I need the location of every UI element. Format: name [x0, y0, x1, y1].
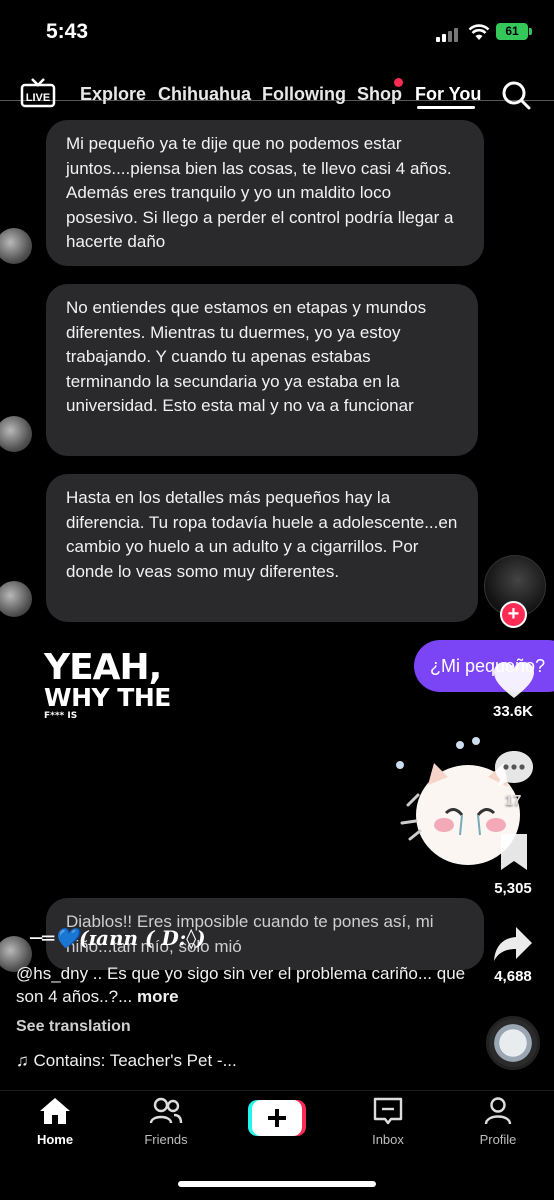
home-icon [40, 1098, 70, 1124]
overlay-text: YEAH, WHY THE F*** IS [44, 650, 171, 721]
search-icon[interactable] [501, 80, 531, 110]
tab-home-label: Home [36, 1132, 74, 1147]
status-time: 5:43 [46, 20, 89, 43]
cellular-signal-icon [436, 26, 462, 42]
tab-chihuahua[interactable]: Chihuahua [158, 84, 251, 105]
battery-indicator: 61 [496, 23, 528, 40]
chat-bubble: Hasta en los detalles más pequeños hay l… [46, 474, 478, 622]
music-info[interactable]: ♫ Contains: Teacher's Pet -... [16, 1051, 237, 1071]
heart-icon[interactable] [492, 660, 536, 700]
music-title: Contains: Teacher's Pet -... [33, 1051, 237, 1070]
shop-notification-dot [394, 78, 403, 87]
overlay-line-3: F*** IS [44, 711, 78, 721]
tab-following[interactable]: Following [262, 84, 346, 105]
music-disc[interactable] [486, 1016, 540, 1070]
tab-explore[interactable]: Explore [80, 84, 146, 105]
video-caption[interactable]: @hs_dny .. Es que yo sigo sin ver el pro… [16, 962, 476, 1008]
battery-tip [529, 28, 532, 35]
chat-bubble: No entiendes que estamos en etapas y mun… [46, 284, 478, 456]
create-button[interactable] [248, 1100, 306, 1136]
comment-icon[interactable] [492, 748, 536, 790]
tab-friends[interactable]: Friends [121, 1096, 211, 1147]
live-icon[interactable]: LIVE [20, 78, 56, 108]
chat-avatar [0, 228, 32, 264]
music-note-icon: ♫ [16, 1051, 29, 1070]
share-count: 4,688 [494, 968, 532, 985]
caption-more-link[interactable]: more [132, 987, 179, 1006]
like-count: 33.6K [492, 703, 534, 720]
home-indicator [178, 1181, 376, 1187]
svg-text:LIVE: LIVE [26, 92, 50, 104]
caption-user[interactable]: @hs_dny [16, 964, 88, 983]
chat-bubble: Mi pequeño ya te dije que no podemos est… [46, 120, 484, 266]
share-icon[interactable] [492, 924, 534, 964]
wifi-icon [468, 24, 490, 40]
tab-profile-label: Profile [479, 1132, 517, 1147]
tab-friends-label: Friends [144, 1132, 188, 1147]
save-count: 5,305 [494, 880, 532, 897]
comment-count: 17 [504, 792, 522, 809]
tab-home[interactable]: Home [10, 1096, 100, 1147]
bookmark-icon[interactable] [498, 832, 530, 872]
active-tab-underline [417, 106, 475, 109]
friends-icon [149, 1097, 183, 1124]
tab-shop[interactable]: Shop [357, 84, 402, 105]
tab-inbox-label: Inbox [372, 1132, 404, 1147]
tab-for-you[interactable]: For You [415, 84, 481, 105]
overlay-line-1: YEAH, [44, 647, 162, 688]
follow-plus-button[interactable]: + [500, 601, 527, 628]
chat-avatar [0, 581, 32, 617]
tab-profile[interactable]: Profile [453, 1096, 543, 1147]
overlay-line-2: WHY THE [44, 683, 171, 712]
chat-avatar [0, 416, 32, 452]
see-translation-link[interactable]: See translation [16, 1018, 131, 1036]
tab-inbox[interactable]: Inbox [343, 1096, 433, 1147]
author-handle[interactable]: ─═💙(ɪann ( D:◊) [30, 926, 206, 950]
inbox-icon [373, 1097, 403, 1125]
profile-icon [484, 1097, 512, 1125]
